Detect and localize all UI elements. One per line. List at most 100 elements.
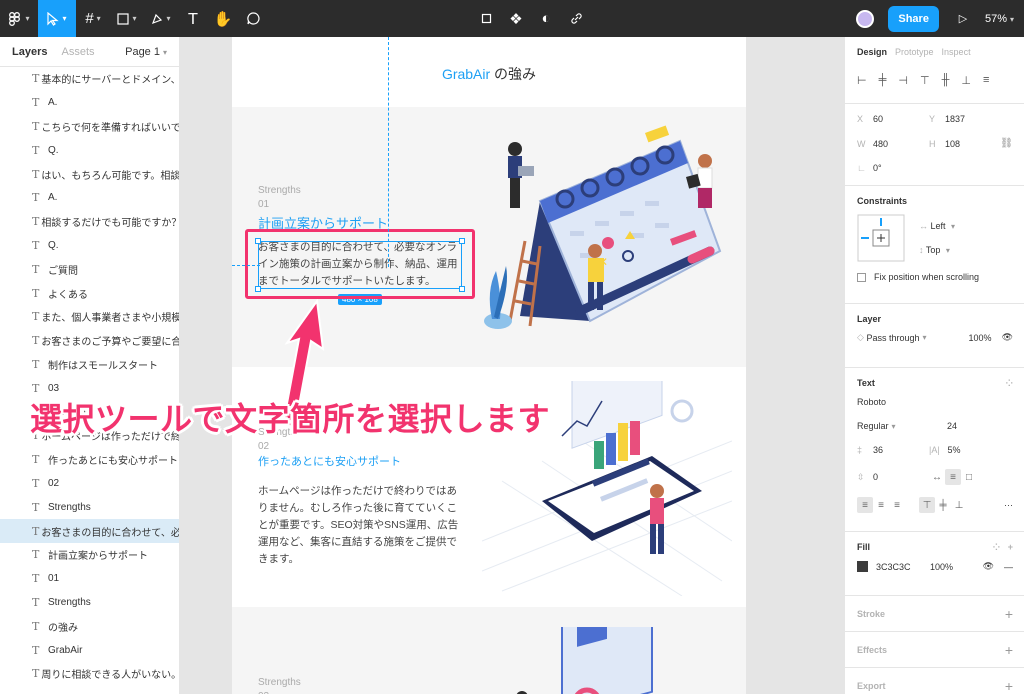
rotation-field[interactable]: 0° xyxy=(873,163,882,173)
layer-item[interactable]: T Strengths xyxy=(0,495,179,519)
align-top-icon[interactable]: ⊤ xyxy=(920,74,930,87)
block2-heading[interactable]: 作ったあとにも安心サポート xyxy=(258,453,401,469)
vertical-constraint-select[interactable]: Top xyxy=(926,245,941,255)
layer-opacity-field[interactable]: 100% xyxy=(969,333,992,343)
distribute-icon[interactable]: ≡ xyxy=(983,74,989,86)
layer-item[interactable]: T はい、もちろん可能です。相談... xyxy=(0,162,179,186)
add-export-icon[interactable]: + xyxy=(1005,678,1013,694)
frame-tool-icon[interactable]: # ▾ xyxy=(76,0,110,37)
fill-styles-icon[interactable]: ⁘ xyxy=(993,542,1001,552)
width-field[interactable]: 480 xyxy=(873,139,888,149)
layer-item[interactable]: T 基本的にサーバーとドメイン、... xyxy=(0,67,179,91)
share-button[interactable]: Share xyxy=(888,5,939,32)
tab-assets[interactable]: Assets xyxy=(61,46,94,58)
pen-tool-icon[interactable]: ▾ xyxy=(144,0,178,37)
move-tool-icon[interactable]: ▾ xyxy=(38,0,76,37)
block1-label[interactable]: Strengths xyxy=(258,185,301,196)
mask-icon[interactable]: ◐ xyxy=(535,0,557,37)
layer-item[interactable]: T Q. xyxy=(0,234,179,258)
align-left-icon[interactable]: ⊢ xyxy=(857,74,867,87)
font-size-field[interactable]: 24 xyxy=(947,421,957,431)
layer-item[interactable]: T 周りに相談できる人がいない。... xyxy=(0,662,179,686)
more-text-options-icon[interactable]: ··· xyxy=(1004,500,1013,510)
add-stroke-icon[interactable]: + xyxy=(1005,606,1013,622)
layer-item[interactable]: T A. xyxy=(0,91,179,115)
horizontal-constraint-select[interactable]: Left xyxy=(931,221,946,231)
layer-item[interactable]: T 02 xyxy=(0,472,179,496)
shape-tool-icon[interactable]: ▾ xyxy=(110,0,144,37)
tab-design[interactable]: Design xyxy=(857,47,887,57)
auto-width-icon[interactable]: ↔ xyxy=(929,469,945,485)
strengths-block-3[interactable]: Strengths 03 xyxy=(232,607,746,694)
fill-color-swatch[interactable] xyxy=(857,561,868,572)
layer-item[interactable]: T 作ったあとにも安心サポート xyxy=(0,448,179,472)
figma-menu-icon[interactable]: ▾ xyxy=(0,0,38,37)
y-field[interactable]: 1837 xyxy=(945,114,965,124)
layer-item[interactable]: T ご質問 xyxy=(0,257,179,281)
layer-item[interactable]: T A. xyxy=(0,186,179,210)
link-icon[interactable] xyxy=(565,0,587,37)
block2-paragraph[interactable]: ホームページは作っただけで終わりではありません。むしろ作った後に育てていくことが… xyxy=(258,483,464,568)
text-styles-icon[interactable]: ⁘ xyxy=(1005,378,1013,389)
fill-opacity-field[interactable]: 100% xyxy=(930,562,953,572)
visibility-eye-icon[interactable]: 👁 xyxy=(1002,332,1013,343)
font-family-select[interactable]: Roboto xyxy=(857,397,886,407)
comment-tool-icon[interactable] xyxy=(238,0,268,37)
block1-number[interactable]: 01 xyxy=(258,199,269,210)
letter-spacing-field[interactable]: 5% xyxy=(948,445,961,455)
avatar[interactable] xyxy=(856,9,875,28)
layer-item[interactable]: T Q. xyxy=(0,138,179,162)
height-field[interactable]: 108 xyxy=(945,139,960,149)
align-bottom-icon[interactable]: ⊥ xyxy=(961,74,971,87)
text-align-center-icon[interactable]: ≡ xyxy=(873,497,889,513)
paragraph-spacing-field[interactable]: 0 xyxy=(873,472,878,482)
page-selector[interactable]: Page 1 ▾ xyxy=(125,46,167,58)
layer-item[interactable]: T GrabAir xyxy=(0,638,179,662)
add-effect-icon[interactable]: + xyxy=(1005,642,1013,658)
layer-item[interactable]: T お客さまの目的に合わせて、必... xyxy=(0,519,179,543)
canvas[interactable]: GrabAir の強み Strengths 01 計画立案からサポート お客さま… xyxy=(180,37,844,694)
present-play-icon[interactable]: ▷ xyxy=(953,0,973,37)
auto-height-icon[interactable]: ≡ xyxy=(945,469,961,485)
component-icon[interactable]: ❖ xyxy=(505,0,527,37)
align-center-h-icon[interactable]: ╪ xyxy=(879,74,887,86)
text-align-left-icon[interactable]: ≡ xyxy=(857,497,873,513)
fill-hex-field[interactable]: 3C3C3C xyxy=(876,562,930,572)
fill-visibility-icon[interactable]: 👁 xyxy=(983,561,994,572)
block3-label[interactable]: Strengths xyxy=(258,677,301,688)
layer-item[interactable]: T 計画立案からサポート xyxy=(0,543,179,567)
layer-item[interactable]: T 01 xyxy=(0,567,179,591)
align-center-v-icon[interactable]: ╫ xyxy=(942,74,950,86)
tab-prototype[interactable]: Prototype xyxy=(895,47,934,57)
layer-item[interactable]: T お客さまのご予算やご要望に合... xyxy=(0,329,179,353)
layer-item[interactable]: T Strengths xyxy=(0,591,179,615)
text-align-right-icon[interactable]: ≡ xyxy=(889,497,905,513)
layer-item[interactable]: T また、個人事業者さまや小規模... xyxy=(0,305,179,329)
x-field[interactable]: 60 xyxy=(873,114,883,124)
tab-layers[interactable]: Layers xyxy=(12,46,47,58)
constrain-proportions-icon[interactable]: ⛓ xyxy=(1000,138,1013,149)
fix-position-checkbox[interactable] xyxy=(857,272,866,282)
fixed-size-icon[interactable]: □ xyxy=(961,469,977,485)
align-right-icon[interactable]: ⊣ xyxy=(898,74,908,87)
blend-mode-select[interactable]: Pass through xyxy=(866,333,919,343)
zoom-level[interactable]: 57% ▾ xyxy=(985,13,1014,25)
layer-item[interactable]: T の強み xyxy=(0,614,179,638)
align-text-middle-icon[interactable]: ╪ xyxy=(935,497,951,513)
add-fill-icon[interactable]: + xyxy=(1008,542,1013,552)
frame-selection-icon[interactable] xyxy=(475,0,497,37)
block2-number[interactable]: 02 xyxy=(258,441,269,452)
layer-item[interactable]: T こちらで何を準備すればいいで... xyxy=(0,115,179,139)
layer-item[interactable]: T よくある xyxy=(0,281,179,305)
line-height-field[interactable]: 36 xyxy=(873,445,883,455)
section-title[interactable]: GrabAir の強み xyxy=(232,64,746,84)
layer-item[interactable]: T 相談するだけでも可能ですか？ xyxy=(0,210,179,234)
constraints-widget[interactable] xyxy=(857,214,905,262)
tab-inspect[interactable]: Inspect xyxy=(942,47,971,57)
remove-fill-icon[interactable]: — xyxy=(1004,562,1013,572)
font-weight-select[interactable]: Regular ▾ xyxy=(857,421,947,431)
text-tool-icon[interactable]: T xyxy=(178,0,208,37)
layer-item[interactable]: T 制作はスモールスタート xyxy=(0,353,179,377)
align-text-top-icon[interactable]: ⊤ xyxy=(919,497,935,513)
hand-tool-icon[interactable]: ✋ xyxy=(208,0,238,37)
